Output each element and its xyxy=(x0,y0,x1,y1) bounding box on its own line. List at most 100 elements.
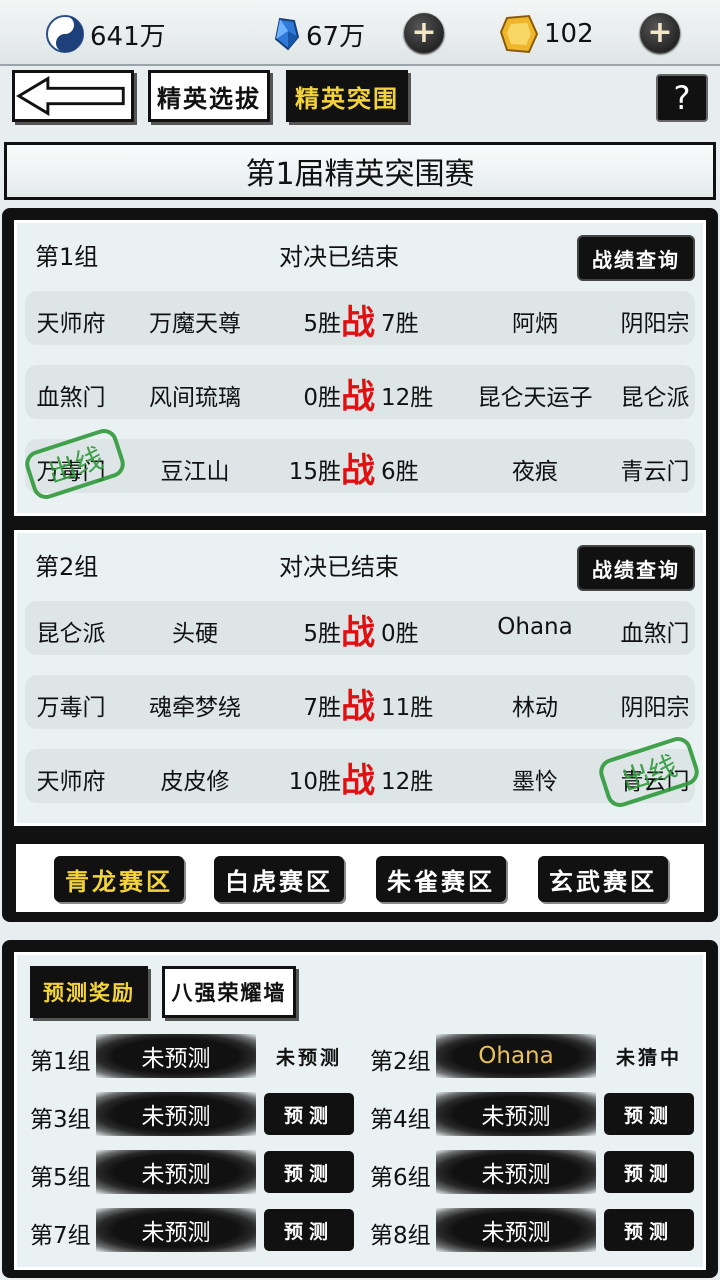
group-label: 第4组 xyxy=(370,1107,431,1133)
record-query-button[interactable]: 战绩查询 xyxy=(577,545,695,591)
tab-top-eight-wall[interactable]: 八强荣耀墙 xyxy=(162,966,296,1018)
sect-left: 天师府 xyxy=(36,769,106,795)
predicted-player: 未预测 xyxy=(436,1092,596,1136)
player-right: 林动 xyxy=(512,695,558,721)
back-button[interactable] xyxy=(12,70,134,122)
match-row[interactable]: 昆仑派 头硬 5胜 战 0胜 Ohana 血煞门 xyxy=(25,601,695,655)
predict-button[interactable]: 预测 xyxy=(264,1209,354,1251)
help-button[interactable]: ? xyxy=(656,74,708,122)
prediction-status: 未预测 xyxy=(275,1046,342,1069)
wins-right: 7胜 xyxy=(381,311,419,337)
tab-elite-selection[interactable]: 精英选拔 xyxy=(148,70,270,122)
tab-elite-breakout[interactable]: 精英突围 xyxy=(286,70,408,122)
wins-right: 12胜 xyxy=(381,769,434,795)
battle-icon: 战 xyxy=(341,451,375,491)
taiji-value: 641万 xyxy=(90,21,166,52)
page-title: 第1届精英突围赛 xyxy=(4,142,716,200)
sect-left: 昆仑派 xyxy=(36,621,106,647)
group-label: 第2组 xyxy=(370,1049,431,1075)
prediction-row: 第7组 未预测 预测 xyxy=(30,1208,360,1254)
prediction-row: 第6组 未预测 预测 xyxy=(370,1150,700,1196)
prediction-row: 第5组 未预测 预测 xyxy=(30,1150,360,1196)
prediction-row: 第1组 未预测 未预测 xyxy=(30,1034,360,1080)
add-gold-button[interactable]: + xyxy=(640,13,680,53)
match-row[interactable]: 万毒门 魂牵梦绕 7胜 战 11胜 林动 阴阳宗 xyxy=(25,675,695,729)
battle-icon: 战 xyxy=(341,613,375,653)
sect-right: 青云门 xyxy=(620,459,690,485)
group-name: 第1组 xyxy=(35,243,99,271)
record-query-button[interactable]: 战绩查询 xyxy=(577,235,695,281)
group-label: 第1组 xyxy=(30,1049,91,1075)
player-left: 万魔天尊 xyxy=(149,311,241,337)
tab-zhuque-region[interactable]: 朱雀赛区 xyxy=(376,856,506,902)
gold-gem-icon xyxy=(498,13,540,55)
match-row[interactable]: 血煞门 风间琉璃 0胜 战 12胜 昆仑天运子 昆仑派 xyxy=(25,365,695,419)
qualified-stamp: 出线 xyxy=(21,425,129,503)
battle-icon: 战 xyxy=(341,687,375,727)
tab-prediction-rewards[interactable]: 预测奖励 xyxy=(30,966,148,1018)
wins-left: 5胜 xyxy=(303,621,341,647)
match-row[interactable]: 万毒门 豆江山 15胜 战 6胜 夜痕 青云门 出线 xyxy=(21,425,695,503)
tab-xuanwu-region[interactable]: 玄武赛区 xyxy=(538,856,668,902)
match-row[interactable]: 天师府 皮皮修 10胜 战 12胜 墨怜 青云门 出线 xyxy=(25,733,703,811)
wins-right: 11胜 xyxy=(381,695,434,721)
sect-right: 阴阳宗 xyxy=(620,311,690,337)
player-left: 头硬 xyxy=(172,621,218,647)
wins-left: 15胜 xyxy=(288,459,341,485)
predict-button[interactable]: 预测 xyxy=(604,1093,694,1135)
predict-button[interactable]: 预测 xyxy=(264,1093,354,1135)
wins-left: 10胜 xyxy=(288,769,341,795)
yin-yang-icon xyxy=(44,13,86,55)
prediction-row: 第8组 未预测 预测 xyxy=(370,1208,700,1254)
predict-button[interactable]: 预测 xyxy=(604,1209,694,1251)
group-status: 对决已结束 xyxy=(279,243,399,271)
predicted-player: 未预测 xyxy=(436,1208,596,1252)
predicted-player: 未预测 xyxy=(96,1092,256,1136)
prediction-row: 第2组 Ohana 未猜中 xyxy=(370,1034,700,1080)
group-label: 第5组 xyxy=(30,1165,91,1191)
predicted-player: 未预测 xyxy=(96,1034,256,1078)
tab-qinglong-region[interactable]: 青龙赛区 xyxy=(54,856,184,902)
group-label: 第3组 xyxy=(30,1107,91,1133)
prediction-status: 未猜中 xyxy=(615,1046,682,1069)
predict-button[interactable]: 预测 xyxy=(264,1151,354,1193)
group-status: 对决已结束 xyxy=(279,553,399,581)
predicted-player: 未预测 xyxy=(96,1150,256,1194)
group-panel-1: 第1组 对决已结束 战绩查询 天师府 万魔天尊 5胜 战 7胜 阿炳 阴阳宗 血… xyxy=(12,218,708,518)
blue-crystal-icon xyxy=(272,13,302,55)
group-label: 第7组 xyxy=(30,1223,91,1249)
prediction-row: 第4组 未预测 预测 xyxy=(370,1092,700,1138)
predict-button[interactable]: 预测 xyxy=(604,1151,694,1193)
player-right: 夜痕 xyxy=(512,459,558,485)
gold-value: 102 xyxy=(544,19,594,49)
predicted-player: 未预测 xyxy=(96,1208,256,1252)
group-label: 第8组 xyxy=(370,1223,431,1249)
back-arrow-icon xyxy=(16,76,125,116)
add-crystal-button[interactable]: + xyxy=(404,13,444,53)
player-right: Ohana xyxy=(497,614,573,640)
player-left: 皮皮修 xyxy=(160,769,230,795)
player-right: 阿炳 xyxy=(512,311,558,337)
player-left: 风间琉璃 xyxy=(149,385,241,411)
resource-bar: 641万 67万 + 102 + xyxy=(0,0,720,66)
group-panel-2: 第2组 对决已结束 战绩查询 昆仑派 头硬 5胜 战 0胜 Ohana 血煞门 … xyxy=(12,528,708,828)
wins-left: 7胜 xyxy=(303,695,341,721)
group-name: 第2组 xyxy=(35,553,99,581)
player-left: 豆江山 xyxy=(160,459,230,485)
wins-left: 5胜 xyxy=(303,311,341,337)
player-right: 墨怜 xyxy=(512,769,558,795)
group-label: 第6组 xyxy=(370,1165,431,1191)
sect-right: 阴阳宗 xyxy=(620,695,690,721)
wins-right: 0胜 xyxy=(381,621,419,647)
battle-icon: 战 xyxy=(341,761,375,801)
gold-resource: 102 xyxy=(498,12,594,56)
prediction-row: 第3组 未预测 预测 xyxy=(30,1092,360,1138)
tab-baihu-region[interactable]: 白虎赛区 xyxy=(214,856,344,902)
qualified-stamp: 出线 xyxy=(595,733,703,811)
taiji-resource: 641万 xyxy=(44,12,166,56)
sect-left: 血煞门 xyxy=(36,385,106,411)
match-row[interactable]: 天师府 万魔天尊 5胜 战 7胜 阿炳 阴阳宗 xyxy=(25,291,695,345)
crystal-resource: 67万 xyxy=(272,12,365,56)
predicted-player: 未预测 xyxy=(436,1150,596,1194)
wins-right: 6胜 xyxy=(381,459,419,485)
